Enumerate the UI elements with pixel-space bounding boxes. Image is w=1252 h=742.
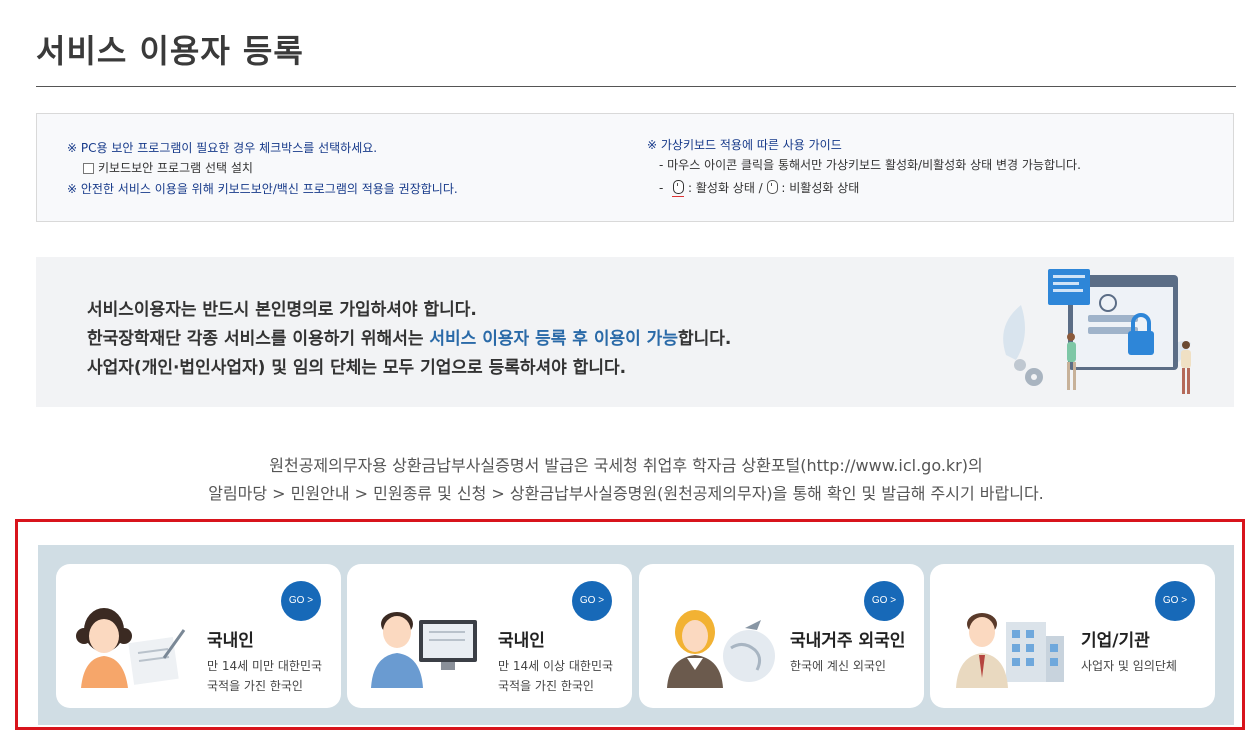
intro-line-1: 서비스이용자는 반드시 본인명의로 가입하셔야 합니다.: [87, 300, 477, 320]
title-divider: [36, 86, 1236, 87]
intro-line-2-end: 합니다.: [677, 329, 732, 349]
intro-line-3: 사업자(개인·법인사업자) 및 임의 단체는 모두 기업으로 등록하셔야 합니다…: [87, 358, 627, 378]
mouse-inactive-icon: [766, 180, 778, 194]
security-login-illustration: [1003, 269, 1191, 394]
virtual-keyboard-guide-text: - 마우스 아이콘 클릭을 통해서만 가상키보드 활성화/비활성화 상태 변경 …: [659, 158, 1081, 172]
security-notice-line: ※ PC용 보안 프로그램이 필요한 경우 체크박스를 선택하세요.: [67, 141, 378, 155]
certificate-info-line-2: 알림마당 > 민원안내 > 민원종류 및 신청 > 상환금납부사실증명원(원천공…: [208, 484, 1044, 503]
intro-line-2-highlight: 서비스 이용자 등록 후 이용이 가능: [429, 329, 678, 349]
mouse-active-icon: [672, 180, 685, 197]
security-notice-box: ※ PC용 보안 프로그램이 필요한 경우 체크박스를 선택하세요. 키보드보안…: [36, 113, 1234, 222]
certificate-info-line-1: 원천공제의무자용 상환금납부사실증명서 발급은 국세청 취업후 학자금 상환포털…: [269, 456, 983, 475]
intro-line-2-start: 한국장학재단 각종 서비스를 이용하기 위해서는: [87, 329, 430, 349]
virtual-keyboard-guide-title: ※ 가상키보드 적용에 따른 사용 가이드: [647, 138, 842, 152]
legend-dash: -: [659, 181, 664, 195]
keyboard-security-checkbox[interactable]: 키보드보안 프로그램 선택 설치: [83, 159, 253, 176]
checkbox-icon[interactable]: [83, 163, 94, 174]
antivirus-notice-line: ※ 안전한 서비스 이용을 위해 키보드보안/백신 프로그램의 적용을 권장합니…: [67, 182, 458, 196]
intro-line-2: 한국장학재단 각종 서비스를 이용하기 위해서는 서비스 이용자 등록 후 이용…: [87, 324, 731, 349]
page-title: 서비스 이용자 등록: [36, 32, 304, 70]
registration-intro-box: 서비스이용자는 반드시 본인명의로 가입하셔야 합니다. 한국장학재단 각종 서…: [36, 257, 1234, 407]
mouse-icon-legend: - : 활성화 상태 / : 비활성화 상태: [659, 179, 860, 197]
checkbox-label: 키보드보안 프로그램 선택 설치: [98, 161, 253, 175]
user-type-selection-highlight: [15, 519, 1245, 730]
inactive-state-label: : 비활성화 상태: [781, 181, 860, 195]
active-state-label: : 활성화 상태 /: [688, 181, 763, 195]
